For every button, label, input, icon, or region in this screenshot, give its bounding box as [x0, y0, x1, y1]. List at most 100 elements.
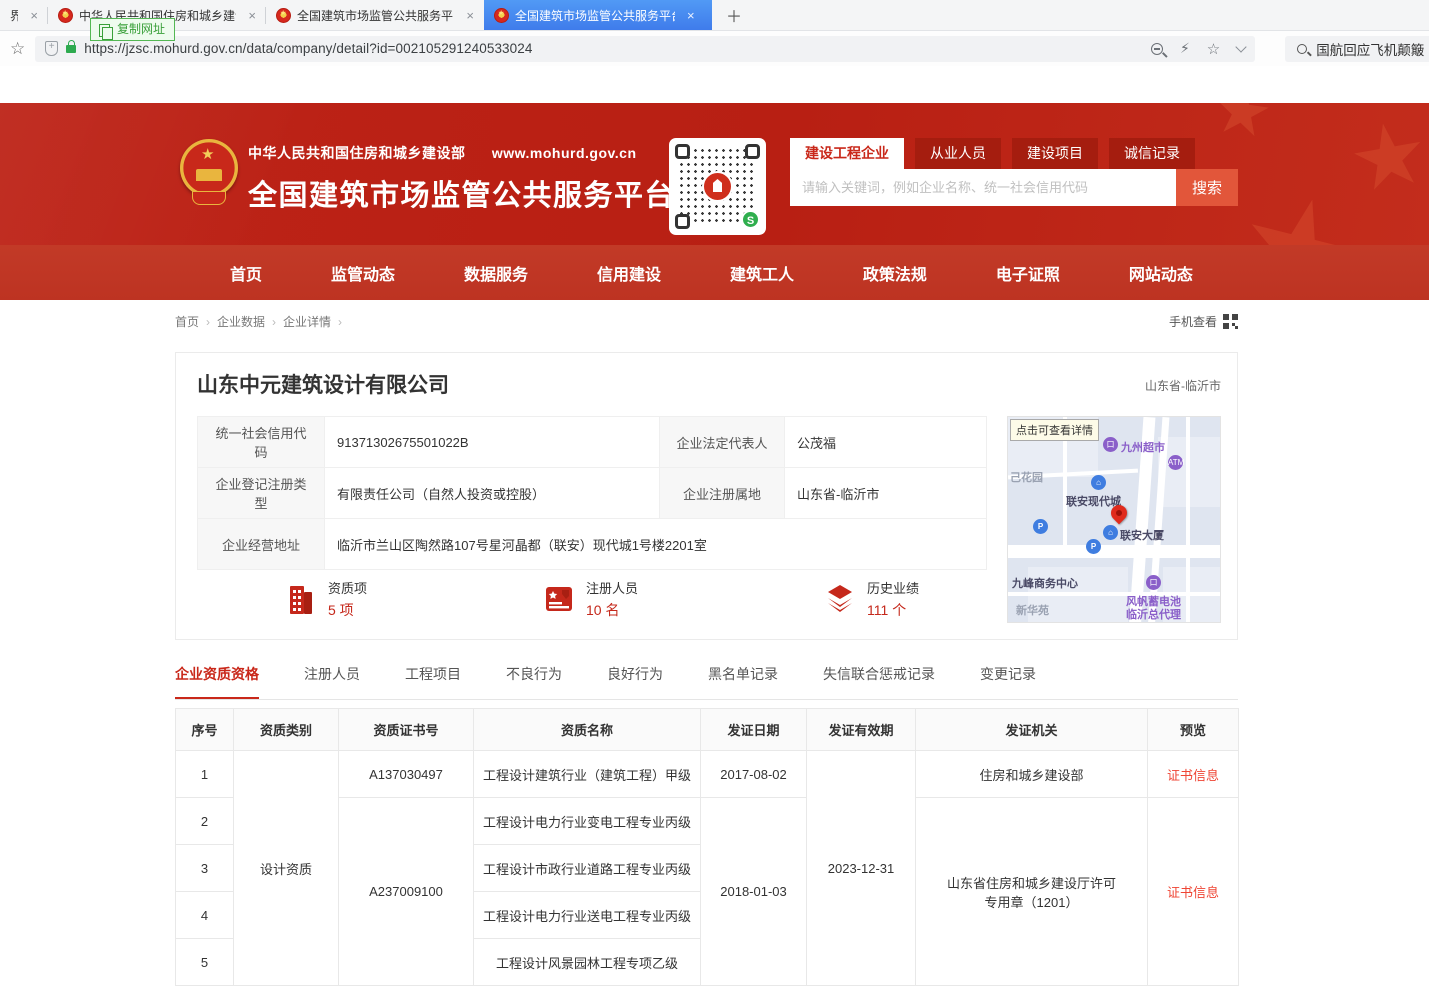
stat-historical-performance[interactable]: 历史业绩 111 个	[823, 578, 919, 620]
qr-code-icon[interactable]	[1223, 314, 1238, 329]
qualification-category: 设计资质	[234, 751, 339, 986]
tab-blacklist[interactable]: 黑名单记录	[708, 664, 778, 699]
search-hot-text[interactable]: 国航回应飞机颠簸	[1316, 39, 1424, 59]
chevron-down-icon[interactable]	[1236, 41, 1247, 52]
breadcrumb-company-detail[interactable]: 企业详情	[283, 313, 331, 330]
site-search-input[interactable]	[790, 169, 1176, 206]
field-label: 企业登记注册类型	[198, 468, 325, 519]
table-header-row: 序号 资质类别 资质证书号 资质名称 发证日期 发证有效期 发证机关 预览	[176, 709, 1239, 751]
table-row: 企业登记注册类型 有限责任公司（自然人投资或控股） 企业注册属地 山东省-临沂市	[198, 468, 987, 519]
certificate-info-link[interactable]: 证书信息	[1167, 768, 1219, 783]
field-label: 企业法定代表人	[660, 417, 785, 468]
search-icon	[1297, 44, 1307, 54]
layers-icon	[823, 582, 857, 616]
col-header: 预览	[1148, 709, 1239, 751]
platform-title: 全国建筑市场监管公共服务平台	[248, 172, 675, 214]
certificate-info-link[interactable]: 证书信息	[1167, 885, 1219, 900]
nav-item-credit[interactable]: 信用建设	[597, 261, 661, 285]
site-search-button[interactable]: 搜索	[1176, 169, 1238, 206]
tab-title: 全国建筑市场监管公共服务平台	[515, 7, 675, 24]
table-row: 企业经营地址 临沂市兰山区陶然路107号星河晶都（联安）现代城1号楼2201室	[198, 519, 987, 570]
tab-registered-personnel[interactable]: 注册人员	[304, 664, 360, 699]
tab-good-behavior[interactable]: 良好行为	[607, 664, 663, 699]
shield-icon[interactable]	[45, 41, 58, 56]
site-qr-code: S	[669, 138, 766, 235]
company-card: 山东中元建筑设计有限公司 山东省-临沂市 统一社会信用代码 9137130267…	[175, 352, 1238, 640]
url-text[interactable]: https://jzsc.mohurd.gov.cn/data/company/…	[84, 41, 532, 56]
bookmark-star-icon[interactable]: ☆	[10, 39, 25, 59]
tab-changes[interactable]: 变更记录	[980, 664, 1036, 699]
breadcrumb-home[interactable]: 首页	[175, 313, 199, 330]
tab-qualifications[interactable]: 企业资质资格	[175, 664, 259, 699]
close-icon[interactable]: ×	[466, 8, 474, 23]
browser-search-box[interactable]: 国航回应飞机颠簸	[1285, 36, 1429, 62]
col-header: 资质类别	[234, 709, 339, 751]
map-label-building: 联安大厦	[1120, 527, 1164, 543]
tab-projects[interactable]: 工程项目	[405, 664, 461, 699]
banner-star-decor	[1348, 117, 1429, 198]
tab-title: 界	[10, 7, 18, 24]
issuing-authority: 山东省住房和城乡建设厅许可专用章（1201）	[916, 798, 1148, 986]
row-number: 5	[176, 939, 234, 986]
nav-item-site-news[interactable]: 网站动态	[1129, 261, 1193, 285]
field-label: 企业经营地址	[198, 519, 325, 570]
close-icon[interactable]: ×	[30, 8, 38, 23]
qualification-name: 工程设计建筑行业（建筑工程）甲级	[474, 751, 701, 798]
new-tab-button[interactable]: ＋	[712, 0, 756, 30]
breadcrumb-company-data[interactable]: 企业数据	[217, 313, 265, 330]
favorite-star-icon[interactable]: ☆	[1207, 40, 1220, 58]
browser-tab-jzsc[interactable]: 全国建筑市场监管公共服务平台 ×	[266, 0, 484, 30]
qualification-name: 工程设计电力行业变电工程专业丙级	[474, 798, 701, 845]
col-header: 发证日期	[701, 709, 807, 751]
site-search-module: 建设工程企业 从业人员 建设项目 诚信记录 搜索	[790, 138, 1238, 206]
breadcrumb: 首页 › 企业数据 › 企业详情 › 手机查看	[175, 313, 1238, 330]
tab-bad-behavior[interactable]: 不良行为	[506, 664, 562, 699]
building-marker-icon: ⌂	[1103, 525, 1118, 540]
emblem-favicon-icon	[276, 8, 291, 23]
qr-center-logo-icon	[702, 171, 733, 202]
map-label-battery2: 临沂总代理	[1126, 606, 1181, 622]
supermarket-marker-icon: 口	[1103, 437, 1118, 452]
issue-date: 2018-01-03	[701, 798, 807, 986]
nav-item-policy[interactable]: 政策法规	[863, 261, 927, 285]
zoom-out-icon[interactable]	[1151, 43, 1163, 55]
table-row: 统一社会信用代码 91371302675501022B 企业法定代表人 公茂福	[198, 417, 987, 468]
stat-qualifications[interactable]: 资质项 5 项	[284, 578, 367, 620]
stat-registered-personnel[interactable]: 注册人员 10 名	[542, 578, 638, 620]
field-label: 统一社会信用代码	[198, 417, 325, 468]
search-category-tabs: 建设工程企业 从业人员 建设项目 诚信记录	[790, 138, 1238, 169]
company-stats: 资质项 5 项 注册人员 10 名	[197, 578, 986, 620]
close-icon[interactable]: ×	[687, 8, 695, 23]
stat-value: 111 个	[867, 600, 919, 620]
site-banner: 中华人民共和国住房和城乡建设部 www.mohurd.gov.cn 全国建筑市场…	[0, 103, 1429, 245]
location-map[interactable]: 点击可查看详情 口 九州超市 ATM 己花园 ⌂ 联安现代城 ⌂ 联安大厦 P …	[1007, 416, 1221, 623]
nav-item-supervision[interactable]: 监管动态	[331, 261, 395, 285]
nav-item-data-service[interactable]: 数据服务	[464, 261, 528, 285]
address-bar[interactable]: https://jzsc.mohurd.gov.cn/data/company/…	[35, 36, 1255, 62]
col-header: 发证有效期	[807, 709, 916, 751]
search-tab-personnel[interactable]: 从业人员	[915, 138, 1001, 169]
nav-item-home[interactable]: 首页	[230, 261, 262, 285]
mobile-view-label[interactable]: 手机查看	[1169, 313, 1217, 330]
building-marker-icon: ⌂	[1091, 475, 1106, 490]
row-number: 2	[176, 798, 234, 845]
qr-wechat-icon: S	[741, 210, 760, 229]
issuing-authority: 住房和城乡建设部	[916, 751, 1148, 798]
lightning-icon[interactable]: ⚡	[1180, 40, 1190, 57]
tab-dishonesty[interactable]: 失信联合惩戒记录	[823, 664, 935, 699]
search-tab-credit[interactable]: 诚信记录	[1109, 138, 1195, 169]
col-header: 发证机关	[916, 709, 1148, 751]
search-tab-project[interactable]: 建设项目	[1012, 138, 1098, 169]
browser-tab-active[interactable]: 全国建筑市场监管公共服务平台 ×	[484, 0, 712, 30]
search-tab-enterprise[interactable]: 建设工程企业	[790, 138, 904, 169]
certificate-book-icon	[542, 582, 576, 616]
close-icon[interactable]: ×	[248, 8, 256, 23]
qualification-name: 工程设计市政行业道路工程专业丙级	[474, 845, 701, 892]
browser-tab-partial[interactable]: 界 ×	[0, 0, 48, 30]
emblem-favicon-icon	[494, 8, 509, 23]
qualification-name: 工程设计风景园林工程专项乙级	[474, 939, 701, 986]
nav-item-elicense[interactable]: 电子证照	[996, 261, 1060, 285]
nav-item-workers[interactable]: 建筑工人	[730, 261, 794, 285]
issue-date: 2017-08-02	[701, 751, 807, 798]
row-number: 4	[176, 892, 234, 939]
